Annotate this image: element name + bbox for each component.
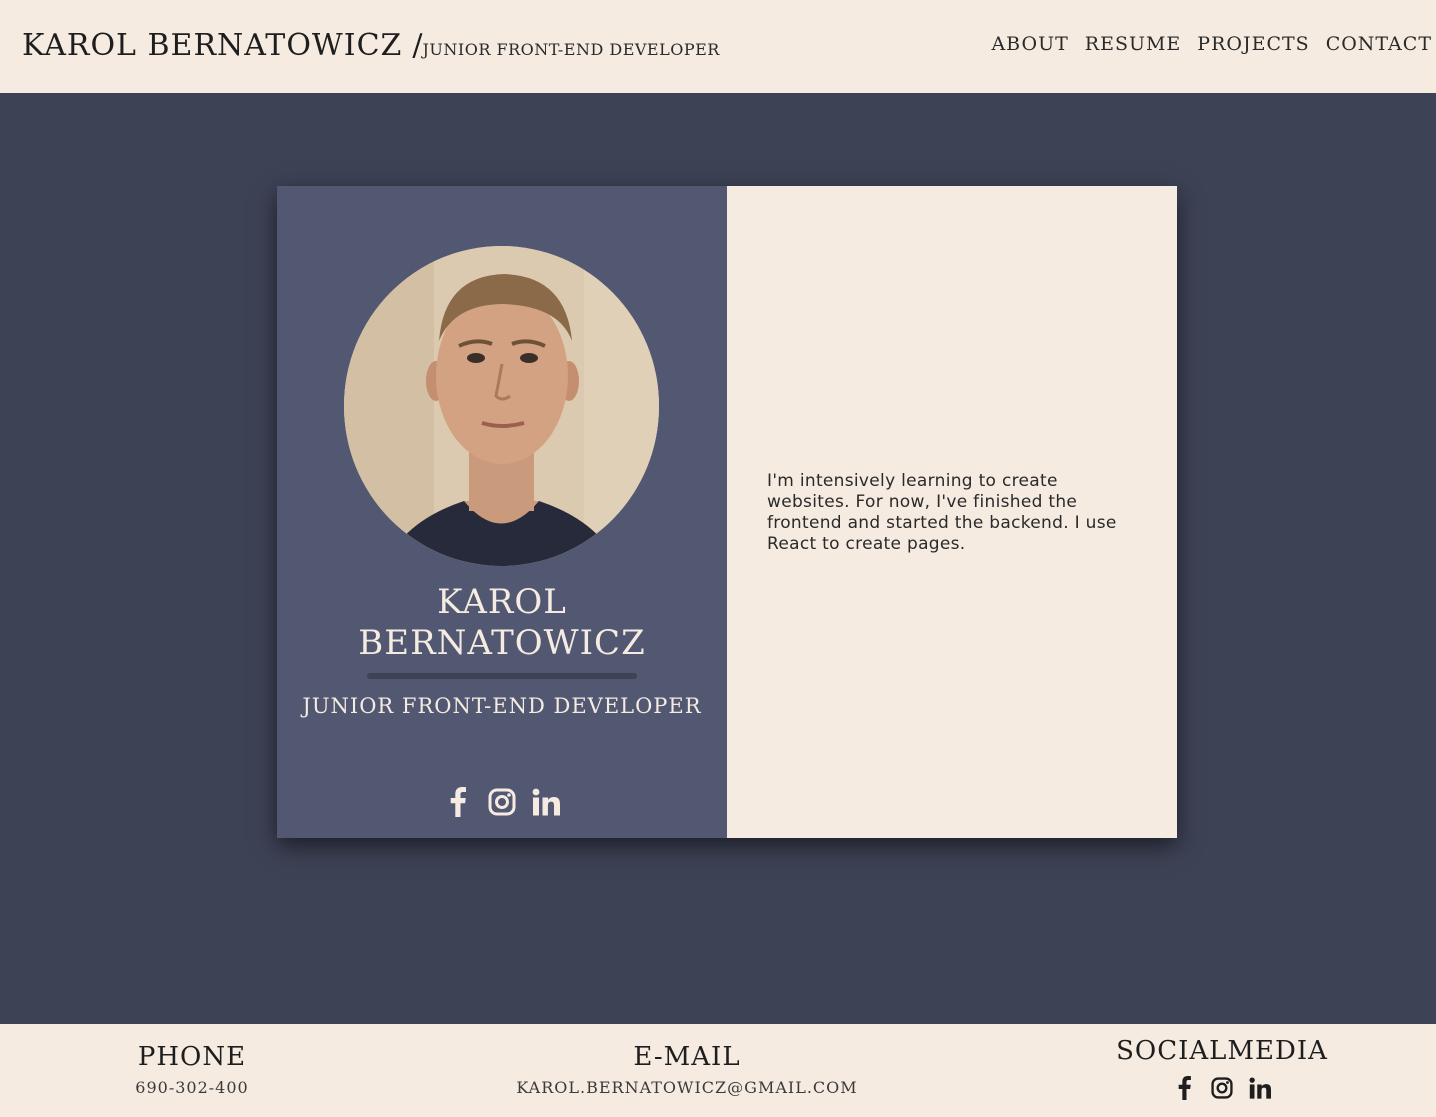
brand[interactable]: KAROL BERNATOWICZ / JUNIOR FRONT-END DEV… — [22, 28, 720, 63]
email-value[interactable]: KAROL.BERNATOWICZ@GMAIL.COM — [487, 1078, 887, 1097]
site-header: KAROL BERNATOWICZ / JUNIOR FRONT-END DEV… — [0, 0, 1436, 93]
footer-social: SOCIALMEDIA — [1102, 1036, 1342, 1104]
nav-resume[interactable]: RESUME — [1085, 33, 1182, 55]
footer-email: E-MAIL KAROL.BERNATOWICZ@GMAIL.COM — [487, 1042, 887, 1097]
brand-name: KAROL BERNATOWICZ — [22, 28, 403, 63]
linkedin-icon[interactable] — [1245, 1072, 1275, 1104]
footer-phone: PHONE 690-302-400 — [92, 1042, 292, 1097]
linkedin-icon[interactable] — [531, 786, 561, 818]
nav-contact[interactable]: CONTACT — [1326, 33, 1432, 55]
profile-name-last: BERNATOWICZ — [358, 623, 646, 663]
facebook-icon[interactable] — [1169, 1072, 1199, 1104]
phone-value[interactable]: 690-302-400 — [92, 1078, 292, 1097]
profile-card: KAROL BERNATOWICZ JUNIOR FRONT-END DEVEL… — [277, 186, 1177, 838]
profile-name: KAROL BERNATOWICZ — [277, 582, 727, 664]
divider — [367, 673, 637, 679]
profile-card-left: KAROL BERNATOWICZ JUNIOR FRONT-END DEVEL… — [277, 186, 727, 838]
avatar-portrait — [344, 246, 659, 566]
nav-projects[interactable]: PROJECTS — [1197, 33, 1309, 55]
profile-name-first: KAROL — [437, 582, 567, 622]
profile-role: JUNIOR FRONT-END DEVELOPER — [302, 694, 702, 718]
instagram-icon[interactable] — [1207, 1072, 1237, 1104]
brand-separator: / — [412, 28, 423, 63]
card-social-links — [277, 786, 727, 818]
facebook-icon[interactable] — [443, 786, 473, 818]
site-footer: PHONE 690-302-400 E-MAIL KAROL.BERNATOWI… — [0, 1024, 1436, 1117]
profile-card-right: I'm intensively learning to create websi… — [727, 186, 1177, 838]
social-title: SOCIALMEDIA — [1116, 1036, 1328, 1066]
nav-about[interactable]: ABOUT — [991, 33, 1068, 55]
main-nav: ABOUT RESUME PROJECTS CONTACT — [991, 33, 1432, 55]
phone-title: PHONE — [137, 1042, 247, 1072]
avatar — [344, 246, 659, 566]
instagram-icon[interactable] — [487, 786, 517, 818]
brand-subtitle: JUNIOR FRONT-END DEVELOPER — [422, 40, 720, 59]
bio-text: I'm intensively learning to create websi… — [767, 471, 1117, 554]
email-title: E-MAIL — [633, 1042, 741, 1072]
footer-social-links — [1102, 1072, 1342, 1104]
